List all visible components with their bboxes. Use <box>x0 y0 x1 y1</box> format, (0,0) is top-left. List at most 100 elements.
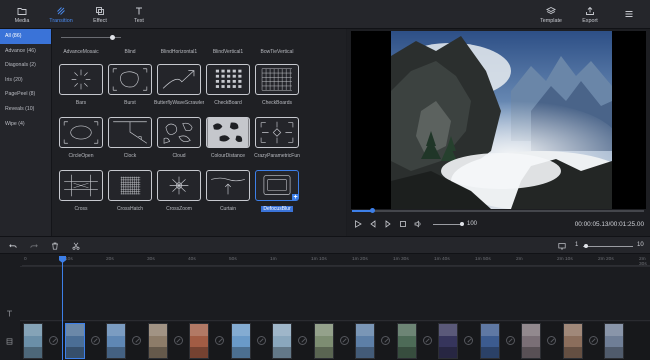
add-transition-slot-icon[interactable] <box>215 336 224 345</box>
transition-item[interactable]: + DefocusBlur <box>252 170 302 212</box>
category-item[interactable]: Advance (46) <box>0 44 51 59</box>
add-transition-slot-icon[interactable] <box>339 336 349 345</box>
timeline-zoom-knob[interactable] <box>583 244 588 248</box>
media-tab[interactable]: Media <box>1 5 43 24</box>
transition-thumbnail[interactable] <box>206 64 250 95</box>
timeline[interactable]: 0 10s 20s 30s 40s 50s 1m 1m 10s 1m 20s 1m 30s 1m 4… <box>0 254 650 360</box>
transition-thumbnail[interactable] <box>59 170 103 201</box>
transition-item[interactable]: Cloud <box>154 117 204 159</box>
add-transition-slot-icon[interactable] <box>90 336 100 345</box>
video-clip[interactable] <box>438 323 458 359</box>
add-transition-slot-icon[interactable] <box>256 336 266 345</box>
category-item[interactable]: PagePeel (8) <box>0 87 51 102</box>
transition-thumbnail[interactable] <box>157 117 201 148</box>
transition-item[interactable]: CheckBoards <box>252 64 302 106</box>
export-button[interactable]: Export <box>569 5 611 24</box>
video-clip[interactable] <box>189 323 209 359</box>
ruler-tick-label: 2m <box>516 257 523 262</box>
category-item[interactable]: Diagonals (2) <box>0 58 51 73</box>
add-transition-slot-icon[interactable] <box>49 336 58 345</box>
transition-thumbnail[interactable] <box>108 117 152 148</box>
text-track-t-icon <box>7 310 12 317</box>
menu-button[interactable] <box>608 5 650 19</box>
transition-item[interactable]: CrossZoom <box>154 170 204 212</box>
transition-thumbnail[interactable] <box>206 170 250 201</box>
playback-progress-bar[interactable] <box>352 208 644 213</box>
volume-knob[interactable] <box>460 222 464 226</box>
add-transition-plus-icon[interactable]: + <box>292 194 298 200</box>
effect-tab[interactable]: Effect <box>79 5 121 24</box>
transition-thumbnail[interactable]: + <box>255 170 299 201</box>
video-clip[interactable] <box>479 323 500 359</box>
transition-thumbnail[interactable] <box>59 64 103 95</box>
previous-frame-button[interactable] <box>368 219 378 229</box>
transition-label: Cloud <box>172 153 186 159</box>
transition-item[interactable]: CrossHatch <box>105 170 155 212</box>
video-clip[interactable] <box>562 323 583 359</box>
transition-thumbnail[interactable] <box>157 64 201 95</box>
transition-item[interactable]: Curtain <box>203 170 253 212</box>
thumbnail-size-slider[interactable] <box>61 34 121 40</box>
delete-button[interactable] <box>50 241 60 251</box>
playback-scrubber-knob[interactable] <box>370 208 376 213</box>
play-button[interactable] <box>353 219 363 229</box>
volume-button[interactable] <box>413 219 423 229</box>
add-transition-slot-icon[interactable] <box>547 336 556 345</box>
add-transition-slot-icon[interactable] <box>381 336 390 345</box>
add-transition-slot-icon[interactable] <box>588 336 598 345</box>
playhead-line[interactable] <box>62 256 63 360</box>
video-preview[interactable] <box>351 31 646 209</box>
transition-item[interactable]: Cross <box>56 170 106 212</box>
timeline-zoom-slider[interactable] <box>583 246 633 247</box>
add-transition-slot-icon[interactable] <box>173 336 183 345</box>
text-tab[interactable]: Text <box>118 5 160 24</box>
transition-item[interactable]: Clock <box>105 117 155 159</box>
transition-item[interactable]: CheckBoard <box>203 64 253 106</box>
redo-button[interactable] <box>29 241 39 251</box>
transition-thumbnail[interactable] <box>206 117 250 148</box>
video-clip[interactable] <box>23 323 43 359</box>
thumbnail-size-knob[interactable] <box>110 34 115 40</box>
video-clip[interactable] <box>604 323 624 359</box>
transition-item[interactable]: Bars <box>56 64 106 106</box>
video-track[interactable] <box>20 322 650 360</box>
transition-item[interactable]: ColourDistance <box>203 117 253 159</box>
aspect-ratio-button[interactable] <box>557 241 567 251</box>
timeline-ruler[interactable]: 0 10s 20s 30s 40s 50s 1m 1m 10s 1m 20s 1m 30s 1m 4… <box>22 254 650 267</box>
add-transition-slot-icon[interactable] <box>132 336 141 345</box>
add-transition-slot-icon[interactable] <box>505 336 515 345</box>
undo-button[interactable] <box>8 241 18 251</box>
video-clip[interactable] <box>64 323 85 359</box>
transition-thumbnail[interactable] <box>108 64 152 95</box>
volume-slider[interactable] <box>433 224 461 225</box>
video-clip[interactable] <box>272 323 292 359</box>
add-transition-slot-icon[interactable] <box>422 336 432 345</box>
video-clip[interactable] <box>106 323 126 359</box>
transition-thumbnail[interactable] <box>108 170 152 201</box>
transition-item[interactable]: CrazyParametricFun <box>252 117 302 159</box>
transition-item[interactable]: Burst <box>105 64 155 106</box>
video-clip[interactable] <box>313 323 334 359</box>
transition-tab[interactable]: Transition <box>40 5 82 24</box>
transition-thumbnail[interactable] <box>255 64 299 95</box>
transition-thumbnail[interactable] <box>59 117 103 148</box>
transition-item[interactable]: CircleOpen <box>56 117 106 159</box>
category-item[interactable]: Wipe (4) <box>0 117 51 132</box>
category-item[interactable]: Iris (20) <box>0 73 51 88</box>
transition-thumbnail[interactable] <box>157 170 201 201</box>
video-clip[interactable] <box>521 323 541 359</box>
split-button[interactable] <box>71 241 81 251</box>
category-item[interactable]: Reveals (10) <box>0 102 51 117</box>
video-clip[interactable] <box>230 323 251 359</box>
transition-item[interactable]: ButterflyWaveScrawler <box>154 64 204 106</box>
video-clip[interactable] <box>355 323 375 359</box>
add-transition-slot-icon[interactable] <box>298 336 307 345</box>
next-frame-button[interactable] <box>383 219 393 229</box>
stop-button[interactable] <box>398 219 408 229</box>
category-item[interactable]: All (86) <box>0 29 51 44</box>
transition-thumbnail[interactable] <box>255 117 299 148</box>
template-button[interactable]: Template <box>530 5 572 24</box>
video-clip[interactable] <box>396 323 417 359</box>
add-transition-slot-icon[interactable] <box>464 336 473 345</box>
video-clip[interactable] <box>147 323 168 359</box>
